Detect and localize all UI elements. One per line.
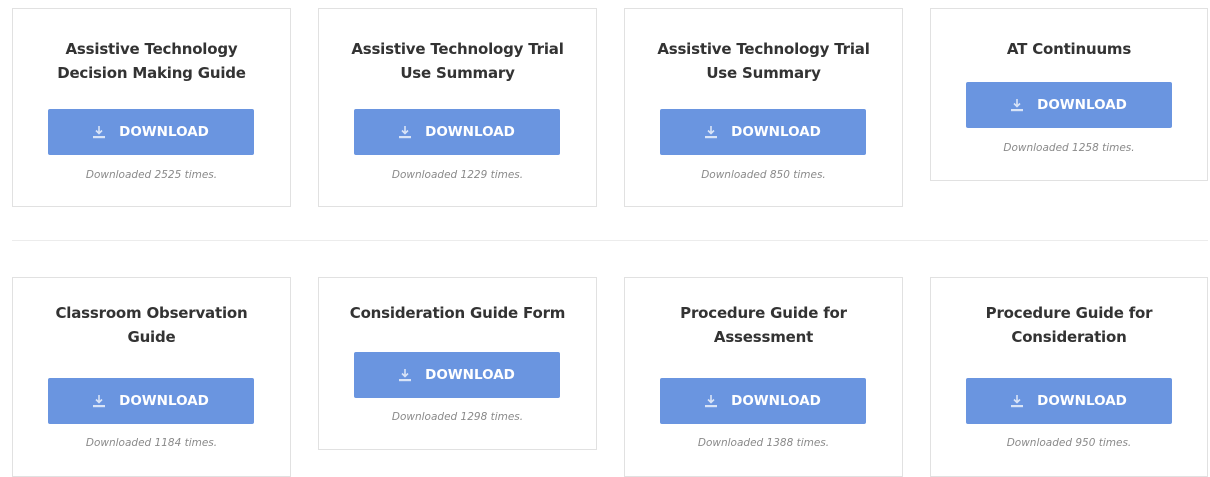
- download-button-label: DOWNLOAD: [731, 393, 821, 409]
- download-card: Procedure Guide for Assessment DOWNLOAD …: [624, 277, 903, 477]
- card-title: Classroom Observation Guide: [13, 301, 290, 349]
- download-icon: [1011, 394, 1024, 408]
- download-button[interactable]: DOWNLOAD: [660, 378, 866, 424]
- download-icon: [705, 394, 718, 408]
- card-title-line: Procedure Guide for: [985, 304, 1153, 322]
- card-title-line: Classroom Observation: [55, 304, 248, 322]
- card-title: Procedure Guide for Assessment: [625, 301, 902, 349]
- card-title-line: Procedure Guide for: [680, 304, 847, 322]
- download-card: Procedure Guide for Consideration DOWNLO…: [930, 277, 1208, 477]
- download-button-label: DOWNLOAD: [1037, 393, 1127, 409]
- download-button[interactable]: DOWNLOAD: [354, 352, 560, 398]
- download-count: Downloaded 1298 times.: [391, 411, 524, 423]
- download-count: Downloaded 1388 times.: [697, 437, 830, 449]
- download-button-label: DOWNLOAD: [425, 367, 515, 383]
- download-icon: [93, 394, 106, 408]
- download-button[interactable]: DOWNLOAD: [48, 378, 254, 424]
- card-title: Procedure Guide for Consideration: [931, 301, 1207, 349]
- card-title-line: Assessment: [713, 328, 814, 346]
- download-card: Consideration Guide Form DOWNLOAD Downlo…: [318, 277, 597, 450]
- section-divider: [12, 240, 1208, 241]
- download-button[interactable]: DOWNLOAD: [966, 378, 1172, 424]
- download-card: Classroom Observation Guide DOWNLOAD Dow…: [12, 277, 291, 477]
- download-count: Downloaded 950 times.: [1006, 437, 1132, 449]
- download-count: Downloaded 1184 times.: [85, 437, 218, 449]
- download-button-label: DOWNLOAD: [119, 393, 209, 409]
- download-icon: [399, 368, 412, 382]
- card-title-line: Consideration: [1011, 328, 1127, 346]
- downloads-row-2: Classroom Observation Guide DOWNLOAD Dow…: [0, 0, 1210, 477]
- card-title-line: Guide: [127, 328, 176, 346]
- card-title: Consideration Guide Form: [319, 301, 596, 325]
- card-title-line: Consideration Guide Form: [349, 304, 566, 322]
